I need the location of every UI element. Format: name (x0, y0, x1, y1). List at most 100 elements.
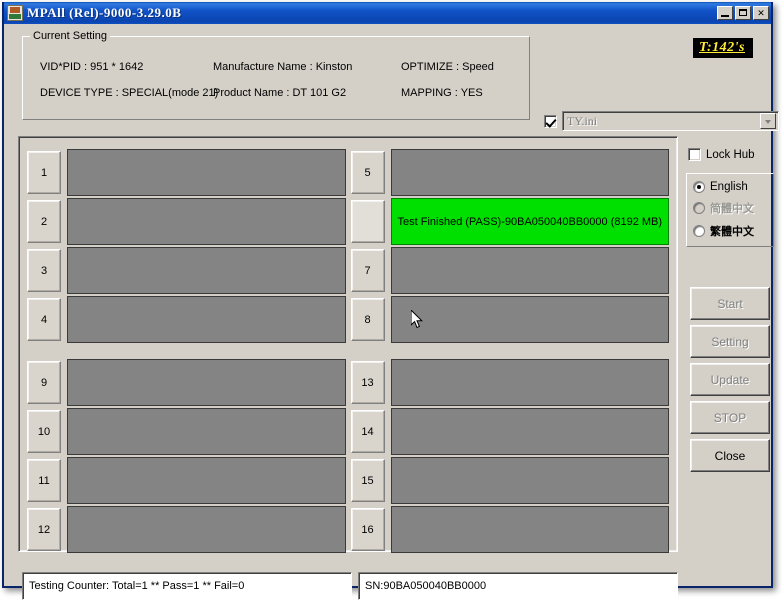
port-button-2[interactable]: 2 (27, 200, 61, 243)
port-status-12 (67, 506, 346, 553)
action-buttons: Start Setting Update STOP Close (690, 287, 770, 477)
port-grid: 1 2 3 4 9 10 11 12 5 Test Finished (PASS… (19, 137, 677, 553)
port-button-1[interactable]: 1 (27, 151, 61, 194)
port-button-8[interactable]: 8 (350, 298, 385, 341)
port-status-4 (67, 296, 346, 343)
title-bar[interactable]: MPAll (Rel)-9000-3.29.0B ✕ (4, 2, 771, 24)
language-option-english[interactable]: English (693, 181, 769, 193)
optimize-label: OPTIMIZE : Speed (401, 61, 494, 73)
update-button[interactable]: Update (690, 363, 770, 396)
port-block-9-12: 9 10 11 12 (27, 359, 346, 555)
port-row: 15 (350, 457, 669, 504)
window-body: Current Setting VID*PID : 951 * 1642 Man… (4, 24, 779, 600)
port-status-1 (67, 149, 346, 196)
product-name-label: Product Name : DT 101 G2 (213, 87, 347, 99)
port-row: 13 (350, 359, 669, 406)
port-status-11 (67, 457, 346, 504)
port-column-right: 5 Test Finished (PASS)-90BA050040BB0000 … (350, 149, 669, 553)
ini-file-value: TY.ini (567, 113, 598, 128)
port-button-16[interactable]: 16 (350, 508, 385, 551)
lock-hub-row[interactable]: Lock Hub (686, 148, 774, 161)
elapsed-time-display: T:142's (692, 38, 753, 58)
vid-pid-label: VID*PID : 951 * 1642 (40, 61, 144, 73)
port-button-14[interactable]: 14 (350, 410, 385, 453)
port-row: 7 (350, 247, 669, 294)
window-title: MPAll (Rel)-9000-3.29.0B (27, 5, 182, 20)
port-status-14 (390, 408, 669, 455)
language-option-traditional-chinese[interactable]: 繁體中文 (693, 223, 769, 239)
port-status-7 (390, 247, 669, 294)
port-block-5-8: 5 Test Finished (PASS)-90BA050040BB0000 … (350, 149, 669, 345)
application-window: MPAll (Rel)-9000-3.29.0B ✕ Current Setti… (2, 2, 779, 600)
port-button-11[interactable]: 11 (27, 459, 61, 502)
language-option-simplified-chinese: 简體中文 (693, 200, 769, 216)
port-block-1-4: 1 2 3 4 (27, 149, 346, 345)
port-row: 5 (350, 149, 669, 196)
port-row: 8 (350, 296, 669, 343)
start-button[interactable]: Start (690, 287, 770, 320)
port-row: 16 (350, 506, 669, 553)
port-row: 1 (27, 149, 346, 196)
language-label-simplified-chinese: 简體中文 (710, 202, 754, 215)
port-status-15 (390, 457, 669, 504)
port-row: 3 (27, 247, 346, 294)
minimize-button[interactable] (717, 6, 733, 20)
port-status-10 (67, 408, 346, 455)
side-controls: Lock Hub English 简體中文 繁體中文 (686, 148, 774, 247)
testing-counter-field: Testing Counter: Total=1 ** Pass=1 ** Fa… (22, 572, 352, 600)
port-row: 4 (27, 296, 346, 343)
chevron-down-icon[interactable] (760, 113, 776, 129)
port-button-4[interactable]: 4 (27, 298, 61, 341)
mapping-label: MAPPING : YES (401, 87, 483, 99)
manufacture-name-label: Manufacture Name : Kinston (213, 61, 353, 73)
maximize-button[interactable] (735, 6, 751, 20)
port-button-3[interactable]: 3 (27, 249, 61, 292)
current-setting-group: Current Setting VID*PID : 951 * 1642 Man… (22, 30, 530, 120)
port-column-left: 1 2 3 4 9 10 11 12 (27, 149, 346, 553)
port-button-10[interactable]: 10 (27, 410, 61, 453)
port-button-9[interactable]: 9 (27, 361, 61, 404)
port-button-13[interactable]: 13 (350, 361, 385, 404)
language-group: English 简體中文 繁體中文 (686, 173, 774, 247)
ini-file-row: TY.ini (544, 110, 779, 132)
language-label-english: English (710, 181, 748, 193)
serial-number-field: SN:90BA050040BB0000 (358, 572, 678, 600)
port-button-7[interactable]: 7 (350, 249, 385, 292)
lock-hub-checkbox[interactable] (688, 148, 701, 161)
port-button-5[interactable]: 5 (350, 151, 385, 194)
port-panel: 1 2 3 4 9 10 11 12 5 Test Finished (PASS… (18, 136, 678, 553)
port-status-8 (390, 296, 669, 343)
port-row: 12 (27, 506, 346, 553)
port-button-6[interactable] (350, 200, 385, 243)
port-status-5 (390, 149, 669, 196)
app-icon (7, 5, 23, 21)
lock-hub-label: Lock Hub (706, 148, 755, 161)
radio-simplified-chinese-icon (693, 202, 705, 214)
window-controls: ✕ (717, 6, 769, 20)
port-status-13 (390, 359, 669, 406)
port-row: 14 (350, 408, 669, 455)
language-label-traditional-chinese: 繁體中文 (710, 225, 754, 238)
port-row: Test Finished (PASS)-90BA050040BB0000 (8… (350, 198, 669, 245)
port-block-13-16: 13 14 15 16 (350, 359, 669, 555)
stop-button[interactable]: STOP (690, 401, 770, 434)
current-setting-title: Current Setting (30, 30, 110, 42)
radio-traditional-chinese-icon[interactable] (693, 225, 705, 237)
port-status-6: Test Finished (PASS)-90BA050040BB0000 (8… (390, 198, 669, 245)
radio-english-icon[interactable] (693, 181, 705, 193)
port-button-12[interactable]: 12 (27, 508, 61, 551)
ini-enable-checkbox[interactable] (544, 114, 557, 128)
port-row: 9 (27, 359, 346, 406)
close-button[interactable]: Close (690, 439, 770, 472)
port-row: 2 (27, 198, 346, 245)
device-type-label: DEVICE TYPE : SPECIAL(mode 21) (40, 87, 219, 99)
setting-button[interactable]: Setting (690, 325, 770, 358)
port-row: 10 (27, 408, 346, 455)
close-window-button[interactable]: ✕ (753, 6, 769, 20)
port-row: 11 (27, 457, 346, 504)
port-button-15[interactable]: 15 (350, 459, 385, 502)
port-status-3 (67, 247, 346, 294)
port-status-2 (67, 198, 346, 245)
ini-file-select[interactable]: TY.ini (562, 111, 779, 131)
port-status-16 (390, 506, 669, 553)
